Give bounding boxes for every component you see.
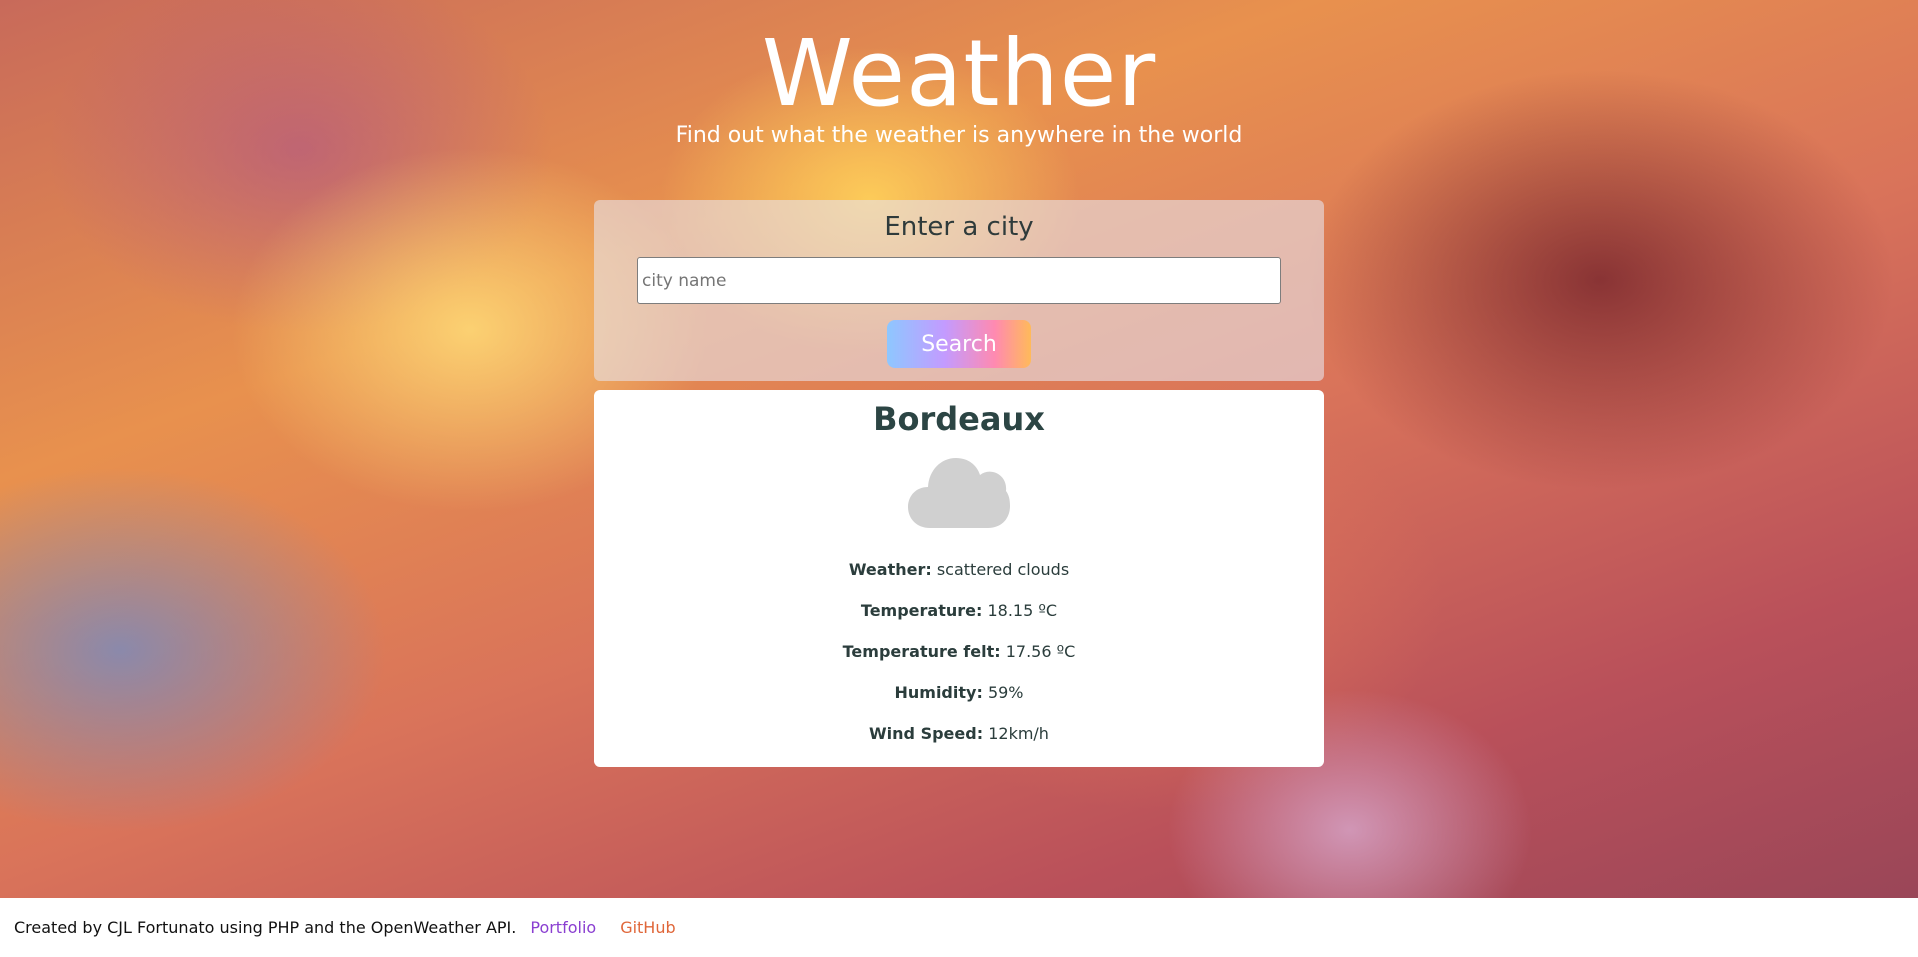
search-card: Enter a city Search [594,200,1324,381]
detail-wind-speed: Wind Speed: 12km/h [594,724,1324,744]
github-link[interactable]: GitHub [620,918,675,937]
detail-label: Temperature felt: [842,642,1001,661]
detail-value: 18.15 ºC [987,601,1058,620]
detail-label: Temperature: [860,601,983,620]
detail-temperature-felt: Temperature felt: 17.56 ºC [594,642,1324,662]
page-title: Weather [761,20,1157,127]
detail-value: 12km/h [988,724,1049,743]
detail-label: Humidity: [894,683,983,702]
page-footer: Created by CJL Fortunato using PHP and t… [0,898,1918,957]
search-button[interactable]: Search [887,320,1031,368]
detail-value: 17.56 ºC [1005,642,1076,661]
weather-result-card: Bordeaux Weather: scattered clouds Tempe… [594,390,1324,767]
page-subtitle: Find out what the weather is anywhere in… [675,123,1243,148]
city-name: Bordeaux [873,400,1045,438]
search-heading: Enter a city [884,212,1034,242]
detail-label: Wind Speed: [869,724,984,743]
detail-weather: Weather: scattered clouds [594,560,1324,580]
detail-humidity: Humidity: 59% [594,683,1324,703]
detail-value: scattered clouds [936,560,1070,579]
cloud-icon [908,458,1010,528]
detail-value: 59% [987,683,1024,702]
weather-details: Weather: scattered clouds Temperature: 1… [594,560,1324,744]
footer-credit: Created by CJL Fortunato using PHP and t… [14,918,517,937]
portfolio-link[interactable]: Portfolio [530,918,596,937]
city-search-input[interactable] [637,257,1281,304]
page-header: Weather Find out what the weather is any… [0,18,1918,150]
detail-label: Weather: [848,560,932,579]
detail-temperature: Temperature: 18.15 ºC [594,601,1324,621]
